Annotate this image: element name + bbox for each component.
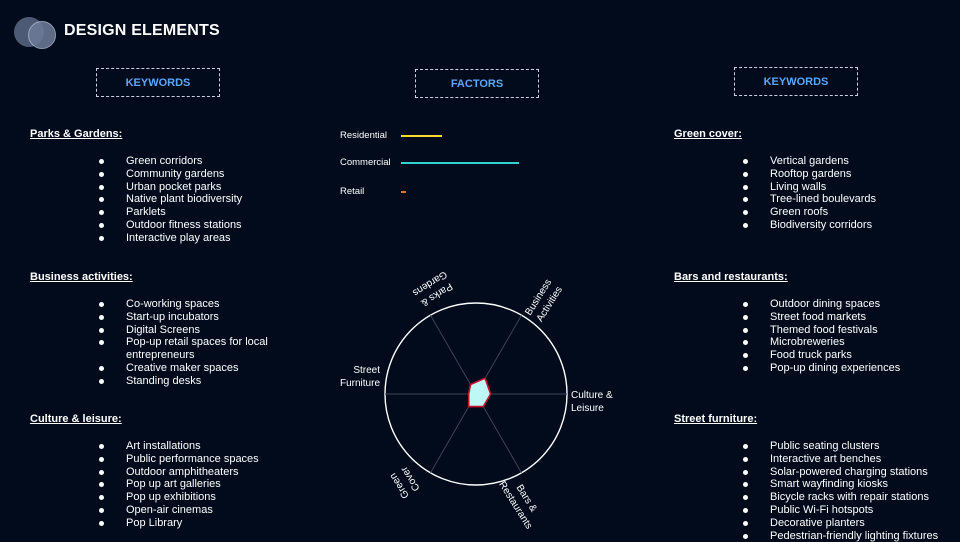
radar-axis-label: GreenCover: [388, 464, 423, 500]
radar-axis-label: Culture & Leisure: [571, 390, 613, 414]
radar-axis-label-line: Street: [353, 365, 380, 376]
radar-series: [467, 377, 492, 408]
radar-axis-label: Bars &Restaurants: [496, 473, 545, 531]
radar-axis-label: Parks &Gardens: [410, 268, 455, 309]
radar-axis-label: Street Furniture: [340, 365, 380, 389]
radar-axis-label: BusinessActivities: [523, 277, 565, 324]
radar-axis-label-line: Culture &: [571, 390, 613, 401]
radar-axis-label-line: Furniture: [340, 378, 380, 389]
radar-axis: [430, 314, 477, 395]
radar-axis-label-line: Leisure: [571, 403, 604, 414]
radar-chart: Parks &Gardens BusinessActivities Culture …: [340, 268, 613, 531]
